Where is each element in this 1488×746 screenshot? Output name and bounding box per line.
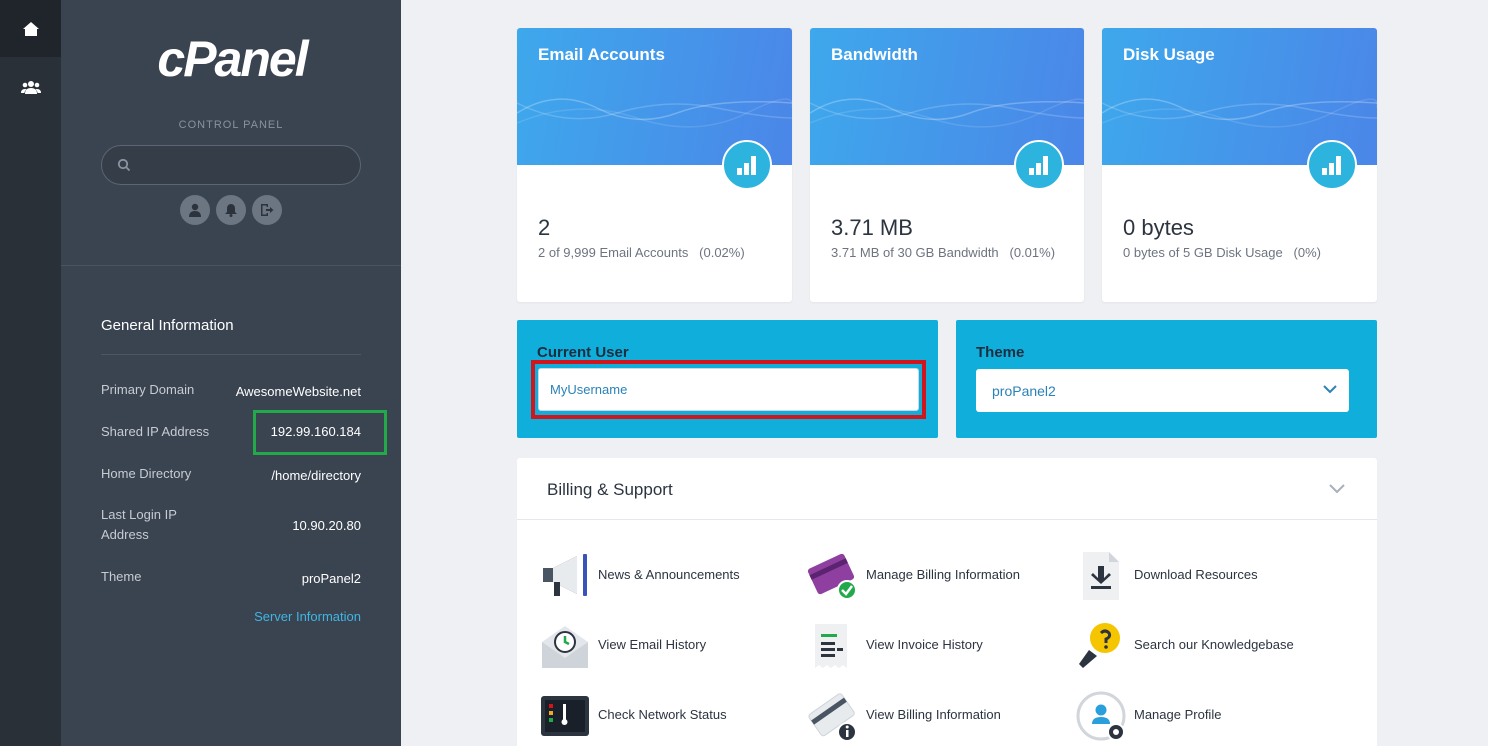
search-input[interactable] [140,154,350,176]
info-label: Last Login IP Address [101,507,177,542]
billing-item-manage-billing[interactable]: Manage Billing Information [807,550,1067,602]
info-value: /home/directory [271,468,361,483]
current-user-label: Current User [537,344,629,361]
theme-panel: Theme proPanel2 [956,320,1377,438]
item-label: News & Announcements [598,567,740,582]
wave-decoration [517,98,792,128]
bar-chart-icon [722,140,772,190]
card-detail: 3.71 MB of 30 GB Bandwidth (0.01%) [831,245,1055,260]
billing-info-icon [808,693,857,742]
info-label: Home Directory [101,466,192,481]
item-label: Download Resources [1134,567,1258,582]
stat-card-disk-usage[interactable]: Disk Usage 0 bytes 0 bytes of 5 GB Disk … [1102,28,1377,302]
logout-icon [261,204,274,216]
bell-icon [225,204,237,217]
lightbulb-search-icon [1079,623,1120,668]
cpanel-logo[interactable]: cPanel [127,30,337,90]
card-title: Email Accounts [538,45,665,64]
wave-decoration [1102,98,1377,128]
item-label: View Email History [598,637,707,652]
card-title: Disk Usage [1123,45,1215,64]
theme-selected-value: proPanel2 [992,383,1056,399]
info-label: Shared IP Address [101,424,210,439]
home-icon [22,21,39,36]
user-profile-button[interactable] [180,195,210,225]
billing-item-download[interactable]: Download Resources [1075,550,1335,602]
billing-item-email-history[interactable]: View Email History [539,620,799,672]
stat-card-bandwidth[interactable]: Bandwidth 3.71 MB 3.71 MB of 30 GB Bandw… [810,28,1084,302]
bar-chart-icon [1307,140,1357,190]
users-icon [20,80,41,94]
search-icon [117,158,131,172]
card-percent: (0.02%) [699,245,745,260]
user-icon [189,203,201,217]
billing-item-knowledgebase[interactable]: Search our Knowledgebase [1075,620,1335,672]
info-value: AwesomeWebsite.net [235,384,361,399]
card-value: 2 [538,215,551,240]
logout-button[interactable] [252,195,282,225]
users-button[interactable] [0,58,61,115]
card-value: 0 bytes [1123,215,1194,240]
control-panel-subtitle: CONTROL PANEL [178,119,284,131]
item-label: Check Network Status [598,707,727,722]
card-percent: (0%) [1293,245,1321,260]
sidebar: cPanel CONTROL PANEL General Information… [61,0,401,746]
invoice-icon [815,624,847,668]
network-status-icon [541,696,589,736]
chevron-down-icon[interactable] [1329,484,1345,494]
billing-title: Billing & Support [547,480,673,499]
billing-item-billing-info[interactable]: View Billing Information [807,690,1067,742]
general-info-divider [101,354,361,355]
info-label: Theme [101,569,142,584]
general-info-title: General Information [101,317,234,334]
item-label: Search our Knowledgebase [1134,637,1294,652]
card-detail-text: 3.71 MB of 30 GB Bandwidth [831,245,999,260]
billing-support-panel: Billing & Support News & Announcements M… [517,458,1377,746]
card-title: Bandwidth [831,45,918,64]
current-user-field[interactable] [538,368,919,411]
left-rail [0,0,61,746]
billing-item-news[interactable]: News & Announcements [539,550,799,602]
current-user-panel: Current User [517,320,938,438]
notifications-button[interactable] [216,195,246,225]
billing-item-network-status[interactable]: Check Network Status [539,690,799,742]
stat-card-email-accounts[interactable]: Email Accounts 2 2 of 9,999 Email Accoun… [517,28,792,302]
megaphone-icon [543,554,587,596]
billing-item-invoice-history[interactable]: View Invoice History [807,620,1067,672]
search-box[interactable] [101,145,361,185]
logo-text: cPanel [157,31,308,87]
ip-highlight-box [253,410,387,455]
item-label: Manage Billing Information [866,567,1020,582]
info-label: Primary Domain [101,382,195,397]
item-label: View Invoice History [866,637,983,652]
user-highlight-box [531,360,926,419]
card-detail: 0 bytes of 5 GB Disk Usage (0%) [1123,245,1321,260]
card-detail: 2 of 9,999 Email Accounts (0.02%) [538,245,745,260]
card-detail-text: 2 of 9,999 Email Accounts [538,245,689,260]
server-information-link[interactable]: Server Information [254,609,361,624]
item-label: Manage Profile [1134,707,1222,722]
credit-card-check-icon [807,553,857,600]
wave-decoration [810,98,1084,128]
info-value: 10.90.20.80 [292,518,361,533]
email-history-icon [542,626,588,668]
profile-gear-icon [1076,691,1126,741]
user-actions [61,195,401,225]
home-button[interactable] [0,0,61,57]
theme-label: Theme [976,344,1025,361]
chevron-down-icon [1323,385,1337,394]
info-value: proPanel2 [301,571,361,586]
card-percent: (0.01%) [1009,245,1056,260]
sidebar-divider [61,265,401,266]
card-value: 3.71 MB [831,215,913,240]
item-label: View Billing Information [866,707,1001,722]
theme-select[interactable]: proPanel2 [976,369,1349,412]
billing-item-manage-profile[interactable]: Manage Profile [1075,690,1335,742]
bar-chart-icon [1014,140,1064,190]
billing-header[interactable]: Billing & Support [517,458,1377,520]
card-detail-text: 0 bytes of 5 GB Disk Usage [1123,245,1283,260]
download-file-icon [1083,552,1119,600]
